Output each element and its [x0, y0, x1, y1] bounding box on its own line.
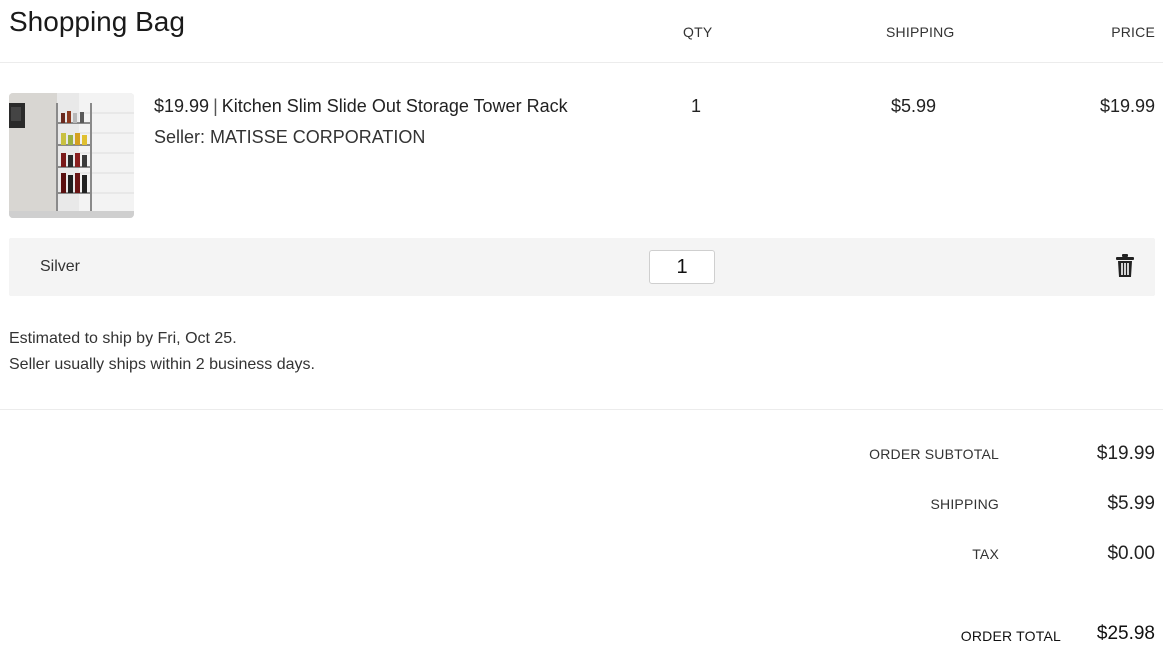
tax-label: TAX	[972, 546, 999, 562]
item-price: $19.99	[1099, 96, 1155, 116]
page-title: Shopping Bag	[9, 6, 185, 37]
tax-value: $0.00	[1107, 543, 1155, 564]
summary-divider	[0, 409, 1163, 410]
variant-row: Silver	[9, 238, 1155, 296]
order-total-label: ORDER TOTAL	[960, 628, 1061, 644]
column-header-price: PRICE	[1111, 24, 1155, 40]
item-shipping: $5.99	[891, 96, 937, 116]
order-total-value: $25.98	[1096, 623, 1155, 644]
product-image	[9, 93, 134, 218]
quantity-input[interactable]	[649, 250, 715, 284]
order-subtotal-value: $19.99	[1096, 443, 1155, 464]
column-header-qty: QTY	[683, 24, 713, 40]
item-qty: 1	[691, 96, 702, 116]
ship-estimate: Estimated to ship by Fri, Oct 25.	[9, 330, 237, 347]
delete-item-button[interactable]	[1115, 254, 1135, 278]
trash-icon	[1116, 254, 1134, 277]
product-name: Kitchen Slim Slide Out Storage Tower Rac…	[221, 96, 568, 116]
seller-name: Seller: MATISSE CORPORATION	[154, 127, 426, 147]
shipping-total-label: SHIPPING	[930, 496, 999, 512]
shopping-bag-page: Shopping Bag QTY SHIPPING PRICE $19.99 |…	[0, 0, 1163, 660]
product-title[interactable]: $19.99 | Kitchen Slim Slide Out Storage To…	[154, 95, 568, 117]
order-subtotal-label: ORDER SUBTOTAL	[869, 446, 999, 462]
shipping-total-value: $5.99	[1107, 493, 1155, 514]
title-separator: |	[213, 96, 218, 116]
ship-note: Seller usually ships within 2 business d…	[9, 356, 315, 373]
header-divider	[0, 62, 1163, 63]
product-thumbnail[interactable]	[9, 93, 134, 218]
column-header-shipping: SHIPPING	[886, 24, 955, 40]
product-unit-price: $19.99	[154, 96, 210, 116]
variant-label: Silver	[40, 258, 81, 275]
